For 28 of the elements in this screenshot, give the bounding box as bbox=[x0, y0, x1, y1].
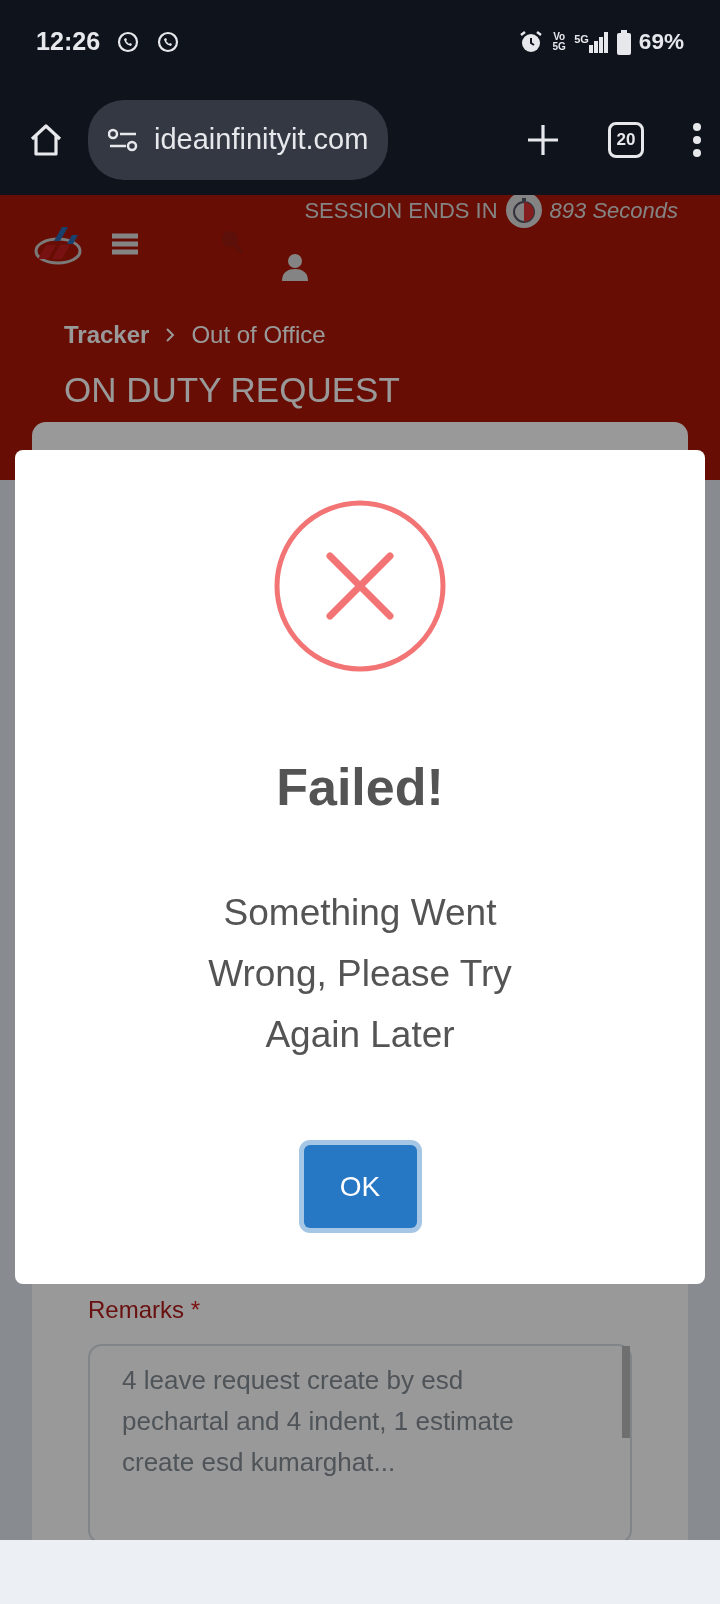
url-text: ideainfinityit.com bbox=[154, 121, 369, 157]
signal-icon bbox=[588, 31, 609, 53]
scrollbar-thumb[interactable] bbox=[622, 1346, 630, 1438]
stopwatch-icon bbox=[505, 195, 542, 228]
user-icon[interactable] bbox=[282, 253, 308, 281]
address-bar[interactable]: ideainfinityit.com bbox=[88, 99, 389, 180]
volte-label: Vo 5G bbox=[552, 32, 567, 52]
new-tab-icon[interactable] bbox=[526, 122, 560, 157]
chat-app-icon bbox=[156, 30, 181, 54]
clock-time: 12:26 bbox=[36, 26, 101, 58]
session-countdown: 893 Seconds bbox=[549, 196, 678, 225]
page-title: ON DUTY REQUEST bbox=[63, 369, 401, 411]
breadcrumb-current: Out of Office bbox=[191, 320, 326, 350]
breadcrumb-link[interactable]: Tracker bbox=[64, 317, 150, 353]
tab-switcher-button[interactable]: 20 bbox=[608, 121, 644, 158]
battery-percentage: 69% bbox=[638, 28, 684, 57]
chat-app-icon bbox=[116, 30, 141, 54]
dialog-title: Failed! bbox=[276, 757, 444, 818]
dialog-message: Something Went Wrong, Please Try Again Later bbox=[207, 891, 513, 1058]
remarks-label: Remarks * bbox=[88, 1295, 202, 1325]
chevron-right-icon bbox=[165, 327, 176, 343]
battery-icon bbox=[616, 29, 631, 55]
menu-icon[interactable] bbox=[112, 233, 138, 255]
more-options-icon[interactable] bbox=[692, 122, 702, 157]
network-label: 5G bbox=[574, 32, 589, 47]
session-label: SESSION ENDS IN bbox=[304, 196, 498, 225]
home-icon[interactable] bbox=[28, 121, 64, 158]
site-settings-icon[interactable] bbox=[108, 127, 138, 152]
